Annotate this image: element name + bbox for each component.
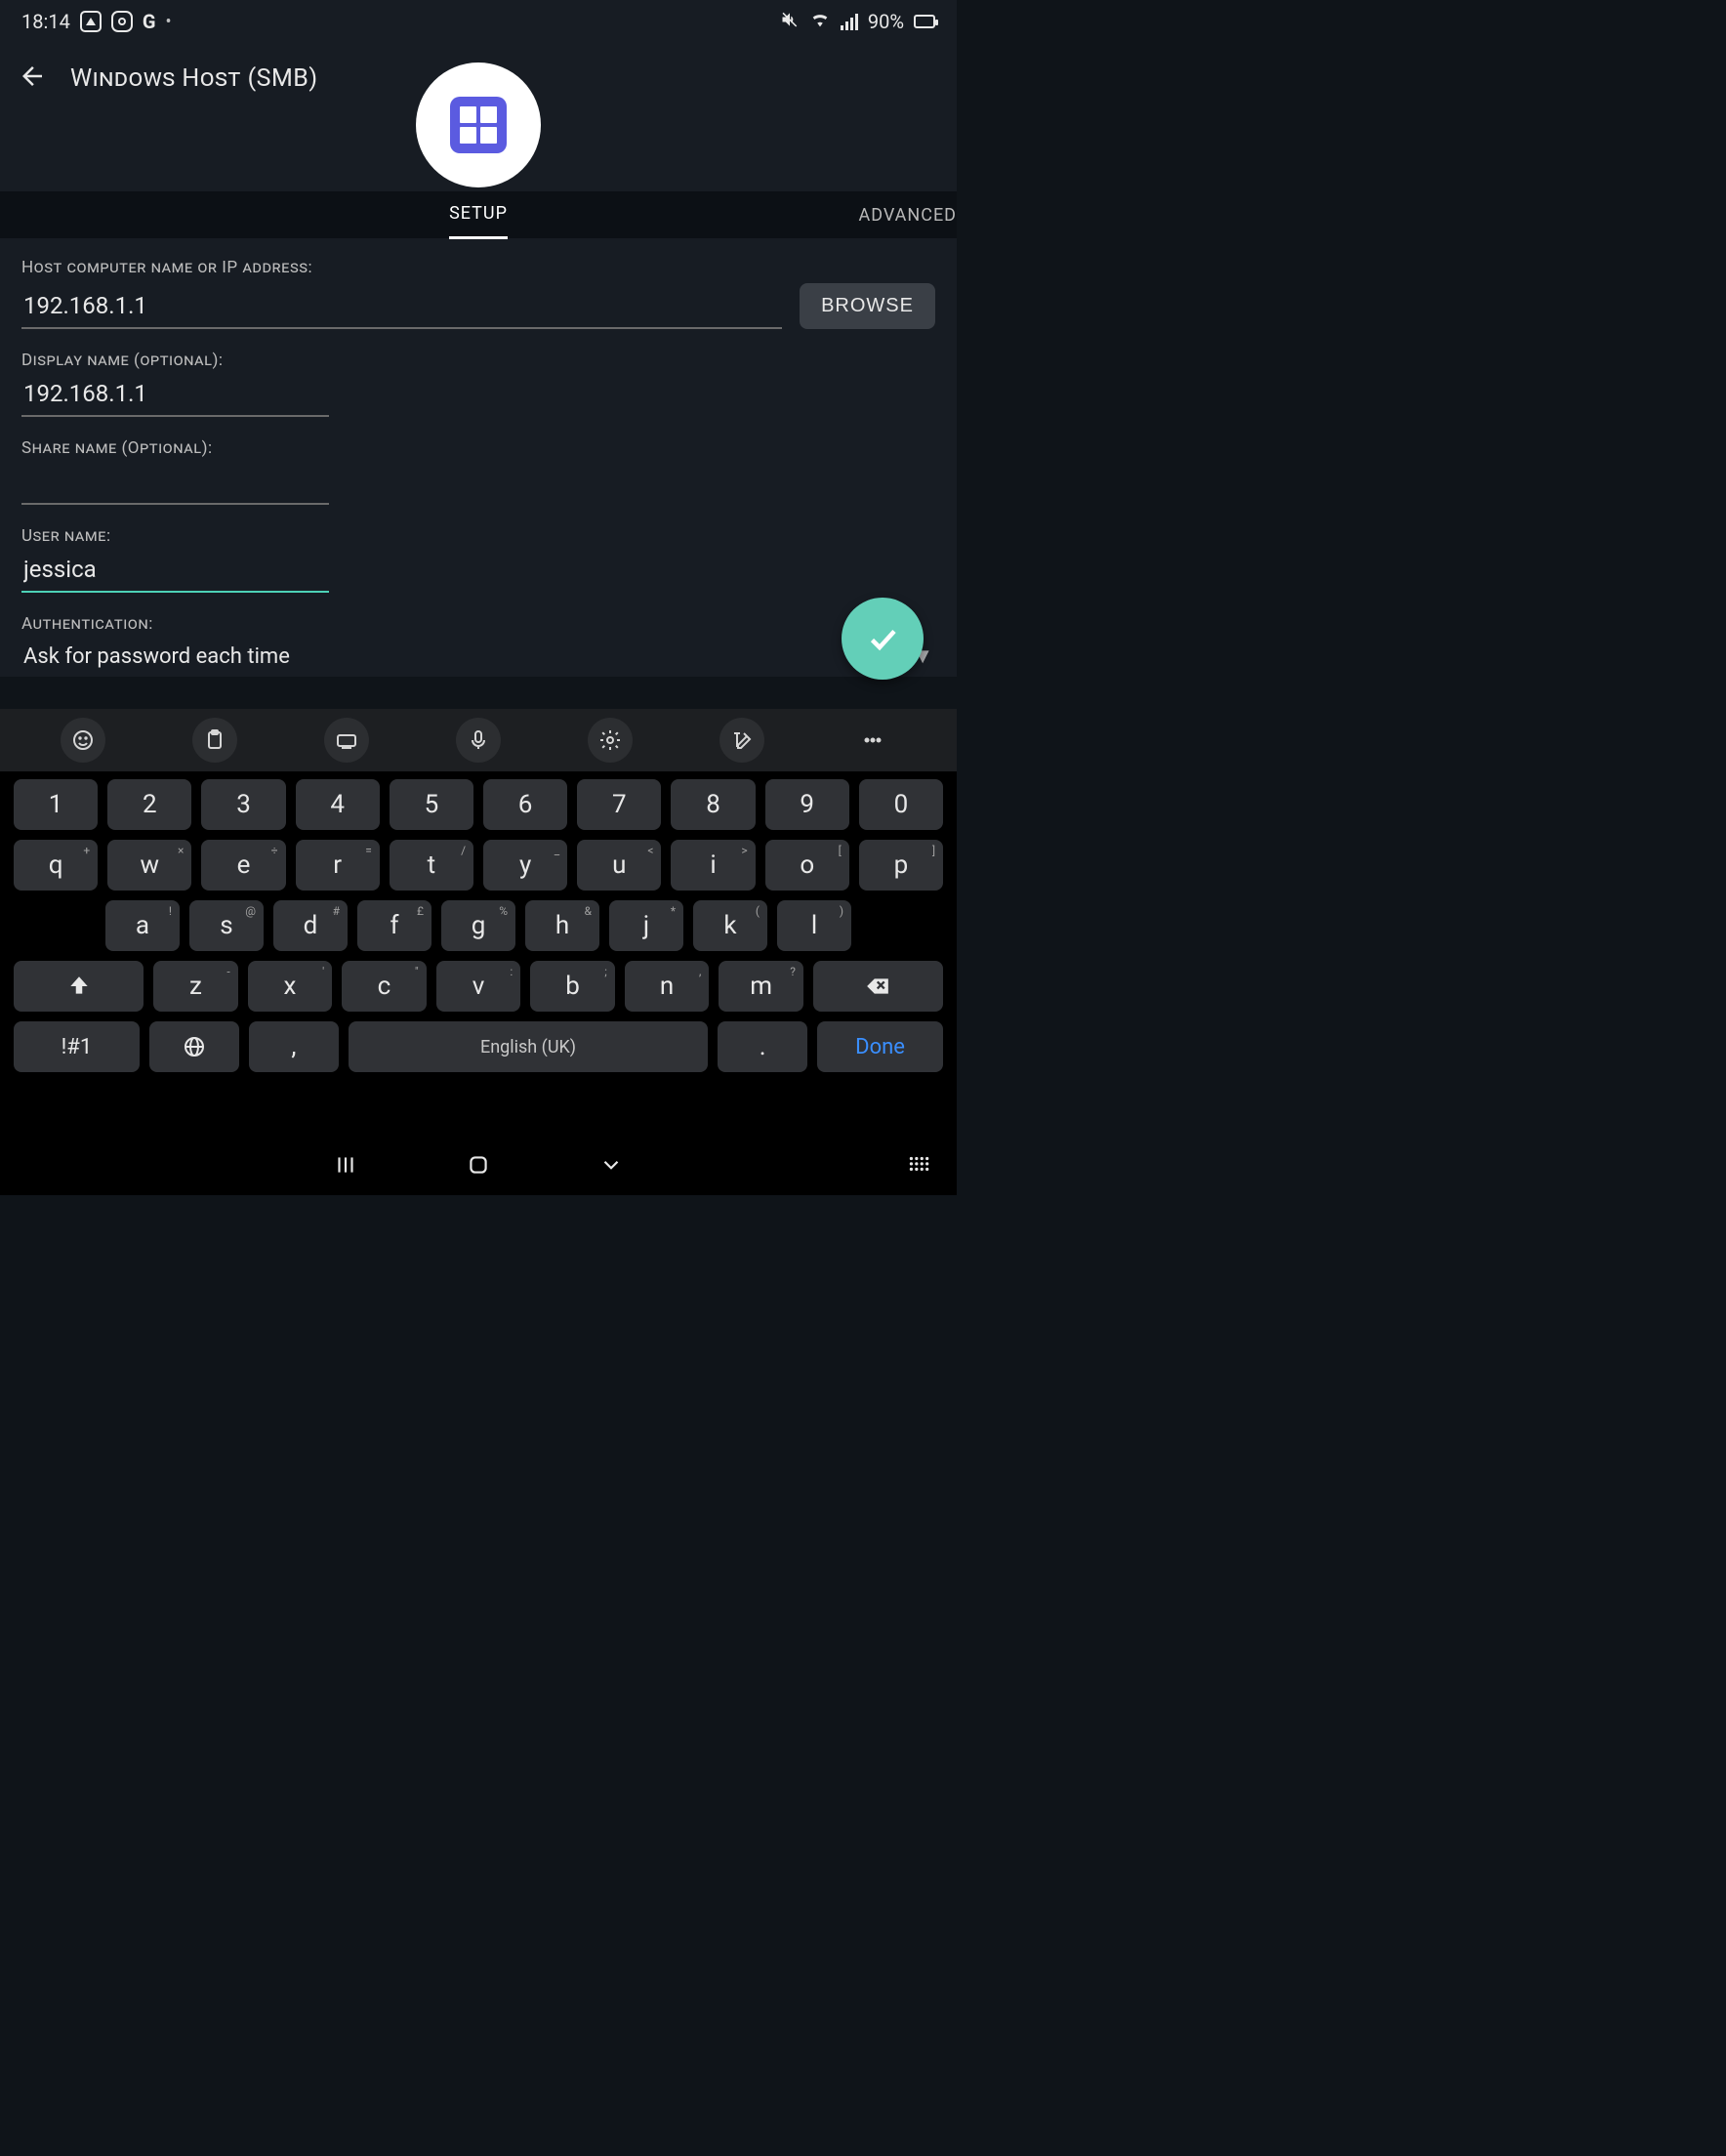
- backspace-key[interactable]: [813, 961, 943, 1012]
- username-input[interactable]: [21, 552, 329, 593]
- key-x[interactable]: x': [248, 961, 333, 1012]
- display-name-label: Display name (optional):: [21, 351, 935, 370]
- space-key[interactable]: English (UK): [349, 1021, 708, 1072]
- key-k[interactable]: k(: [693, 900, 767, 951]
- back-button[interactable]: [18, 62, 47, 95]
- gallery-icon: [80, 11, 102, 32]
- key-s[interactable]: s@: [189, 900, 264, 951]
- instagram-icon: [111, 11, 133, 32]
- page-title: Windows Host (SMB): [70, 64, 318, 93]
- period-key[interactable]: .: [718, 1021, 807, 1072]
- more-notifications-icon: •: [165, 12, 171, 32]
- host-label: Host computer name or IP address:: [21, 258, 935, 277]
- key-q[interactable]: q+: [14, 840, 98, 891]
- key-a[interactable]: a!: [105, 900, 180, 951]
- keyboard-mode-icon[interactable]: [324, 718, 369, 763]
- language-key[interactable]: [149, 1021, 239, 1072]
- key-g[interactable]: g%: [441, 900, 515, 951]
- key-c[interactable]: c": [342, 961, 427, 1012]
- battery-percent: 90%: [868, 10, 904, 33]
- settings-icon[interactable]: [588, 718, 633, 763]
- mute-icon: [780, 10, 800, 34]
- key-d[interactable]: d#: [273, 900, 348, 951]
- key-m[interactable]: m?: [719, 961, 803, 1012]
- key-v[interactable]: v:: [436, 961, 521, 1012]
- recents-button[interactable]: [333, 1152, 358, 1182]
- key-h[interactable]: h&: [525, 900, 599, 951]
- setup-form: Host computer name or IP address: BROWSE…: [0, 238, 957, 677]
- wifi-icon: [809, 9, 831, 35]
- display-name-input[interactable]: [21, 376, 329, 417]
- status-bar: 18:14 G • 90%: [0, 0, 957, 43]
- key-b[interactable]: b;: [530, 961, 615, 1012]
- key-0[interactable]: 0: [859, 779, 943, 830]
- auth-value: Ask for password each time: [23, 644, 290, 669]
- key-e[interactable]: e÷: [201, 840, 285, 891]
- google-icon: G: [143, 10, 156, 33]
- key-z[interactable]: z-: [153, 961, 238, 1012]
- key-7[interactable]: 7: [577, 779, 661, 830]
- text-edit-icon[interactable]: [719, 718, 764, 763]
- shift-key[interactable]: [14, 961, 144, 1012]
- key-t[interactable]: t/: [390, 840, 473, 891]
- key-2[interactable]: 2: [107, 779, 191, 830]
- auth-label: Authentication:: [21, 614, 935, 634]
- key-p[interactable]: p]: [859, 840, 943, 891]
- key-f[interactable]: f£: [357, 900, 432, 951]
- battery-icon: [914, 15, 935, 28]
- key-w[interactable]: w×: [107, 840, 191, 891]
- key-8[interactable]: 8: [671, 779, 755, 830]
- clock: 18:14: [21, 10, 70, 33]
- key-6[interactable]: 6: [483, 779, 567, 830]
- key-3[interactable]: 3: [201, 779, 285, 830]
- key-i[interactable]: i>: [671, 840, 755, 891]
- host-input[interactable]: [21, 288, 782, 329]
- auth-dropdown[interactable]: Ask for password each time ▼: [21, 640, 935, 677]
- signal-icon: [841, 13, 858, 30]
- key-j[interactable]: j*: [609, 900, 683, 951]
- key-5[interactable]: 5: [390, 779, 473, 830]
- comma-key[interactable]: ,: [249, 1021, 339, 1072]
- key-y[interactable]: y_: [483, 840, 567, 891]
- key-9[interactable]: 9: [765, 779, 849, 830]
- mic-icon[interactable]: [456, 718, 501, 763]
- key-l[interactable]: l): [777, 900, 851, 951]
- done-key[interactable]: Done: [817, 1021, 943, 1072]
- symbols-key[interactable]: !#1: [14, 1021, 140, 1072]
- tab-setup[interactable]: SETUP: [449, 190, 508, 239]
- share-name-input[interactable]: [21, 464, 329, 505]
- key-u[interactable]: u<: [577, 840, 661, 891]
- keyboard-toolbar: [0, 709, 957, 771]
- key-n[interactable]: n,: [625, 961, 710, 1012]
- key-o[interactable]: o[: [765, 840, 849, 891]
- browse-button[interactable]: BROWSE: [800, 283, 935, 329]
- key-4[interactable]: 4: [296, 779, 380, 830]
- system-nav-bar: [0, 1139, 957, 1195]
- host-type-icon: [416, 62, 541, 187]
- username-label: User name:: [21, 526, 935, 546]
- clipboard-icon[interactable]: [192, 718, 237, 763]
- tabs: SETUP ADVANCED: [0, 191, 957, 238]
- back-nav-button[interactable]: [598, 1152, 624, 1182]
- tab-advanced[interactable]: ADVANCED: [858, 192, 957, 238]
- more-icon[interactable]: [850, 718, 895, 763]
- keyboard-switch-icon[interactable]: [906, 1152, 931, 1182]
- home-button[interactable]: [466, 1152, 491, 1182]
- key-1[interactable]: 1: [14, 779, 98, 830]
- emoji-icon[interactable]: [61, 718, 105, 763]
- key-r[interactable]: r=: [296, 840, 380, 891]
- confirm-fab[interactable]: [842, 598, 924, 680]
- keyboard: 1234567890 q+w×e÷r=t/y_u<i>o[p] a!s@d#f£…: [0, 771, 957, 1139]
- share-name-label: Share name (Optional):: [21, 438, 935, 458]
